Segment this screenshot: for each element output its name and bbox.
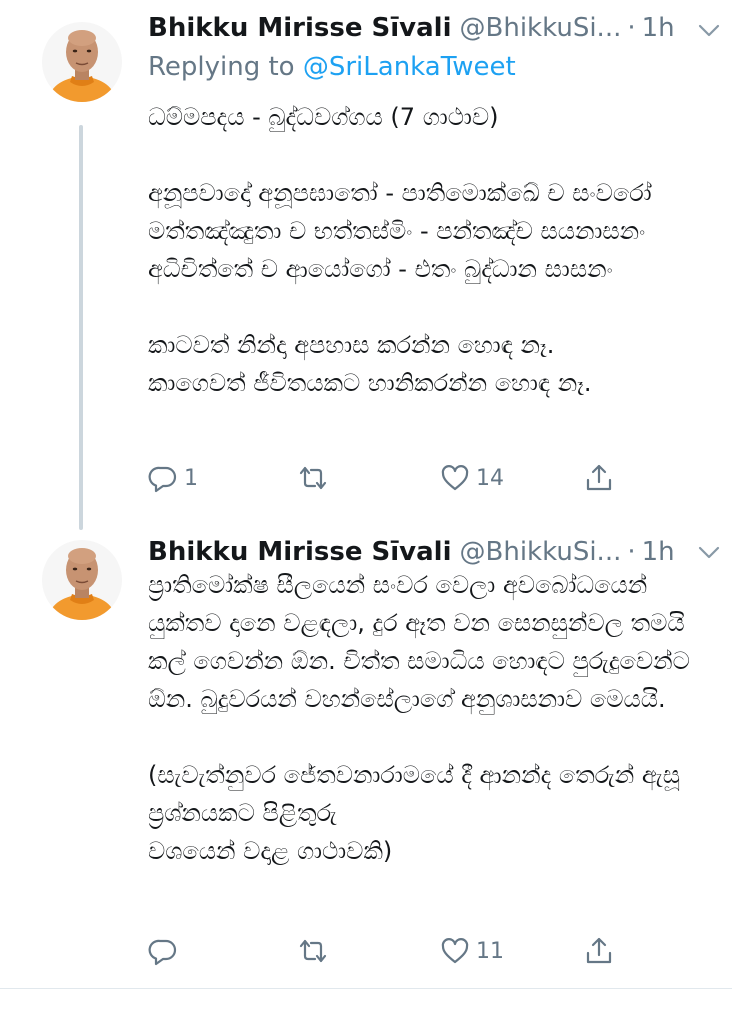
share-button[interactable] <box>584 931 614 971</box>
like-button[interactable]: 11 <box>440 931 504 971</box>
bottom-strip <box>0 989 732 1024</box>
like-count: 11 <box>476 938 504 964</box>
heart-icon <box>441 465 469 491</box>
replying-to-mention[interactable]: @SriLankaTweet <box>303 52 516 82</box>
share-icon <box>586 464 612 491</box>
timestamp[interactable]: 1h <box>642 537 675 567</box>
chevron-down-icon[interactable] <box>696 542 722 562</box>
author-name[interactable]: Bhikku Mirisse Sīvali <box>148 537 452 567</box>
reply-icon <box>148 466 177 493</box>
reply-icon <box>148 939 177 966</box>
retweet-icon <box>299 939 327 963</box>
avatar[interactable] <box>42 540 122 620</box>
retweet-icon <box>299 466 327 490</box>
separator-dot: · <box>627 13 636 43</box>
like-button[interactable]: 14 <box>440 458 504 498</box>
replying-to: Replying to @SriLankaTweet <box>148 52 516 82</box>
tweet[interactable]: Bhikku Mirisse Sīvali @BhikkuSi... · 1h … <box>0 0 732 520</box>
tweet-actions: 1 14 <box>148 458 628 498</box>
replying-to-label: Replying to <box>148 52 303 82</box>
like-count: 14 <box>476 465 504 491</box>
author-handle[interactable]: @BhikkuSi... <box>460 537 622 567</box>
tweet-text: ධම්මපදය - බුද්ධවග්ගය (7 ගාථාව) අනූපවාදෝ … <box>148 103 652 397</box>
timestamp[interactable]: 1h <box>642 13 675 43</box>
retweet-button[interactable] <box>298 931 334 971</box>
tweet-text: ප්‍රාතිමෝක්ෂ සීලයෙන් සංවර වෙලා අවබෝධයෙන්… <box>148 571 690 865</box>
reply-count: 1 <box>184 465 198 491</box>
author-name[interactable]: Bhikku Mirisse Sīvali <box>148 13 452 43</box>
avatar[interactable] <box>42 22 122 102</box>
tweet[interactable]: Bhikku Mirisse Sīvali @BhikkuSi... · 1h … <box>0 520 732 990</box>
retweet-button[interactable] <box>298 458 334 498</box>
reply-button[interactable] <box>148 931 184 971</box>
heart-icon <box>441 938 469 964</box>
share-icon <box>586 937 612 964</box>
separator-dot: · <box>627 537 636 567</box>
tweet-actions: 11 <box>148 931 628 971</box>
author-handle[interactable]: @BhikkuSi... <box>460 13 622 43</box>
tweet-header: Bhikku Mirisse Sīvali @BhikkuSi... · 1h <box>148 534 712 570</box>
reply-button[interactable]: 1 <box>148 458 198 498</box>
tweet-header: Bhikku Mirisse Sīvali @BhikkuSi... · 1h <box>148 10 712 46</box>
share-button[interactable] <box>584 458 614 498</box>
chevron-down-icon[interactable] <box>696 20 722 40</box>
